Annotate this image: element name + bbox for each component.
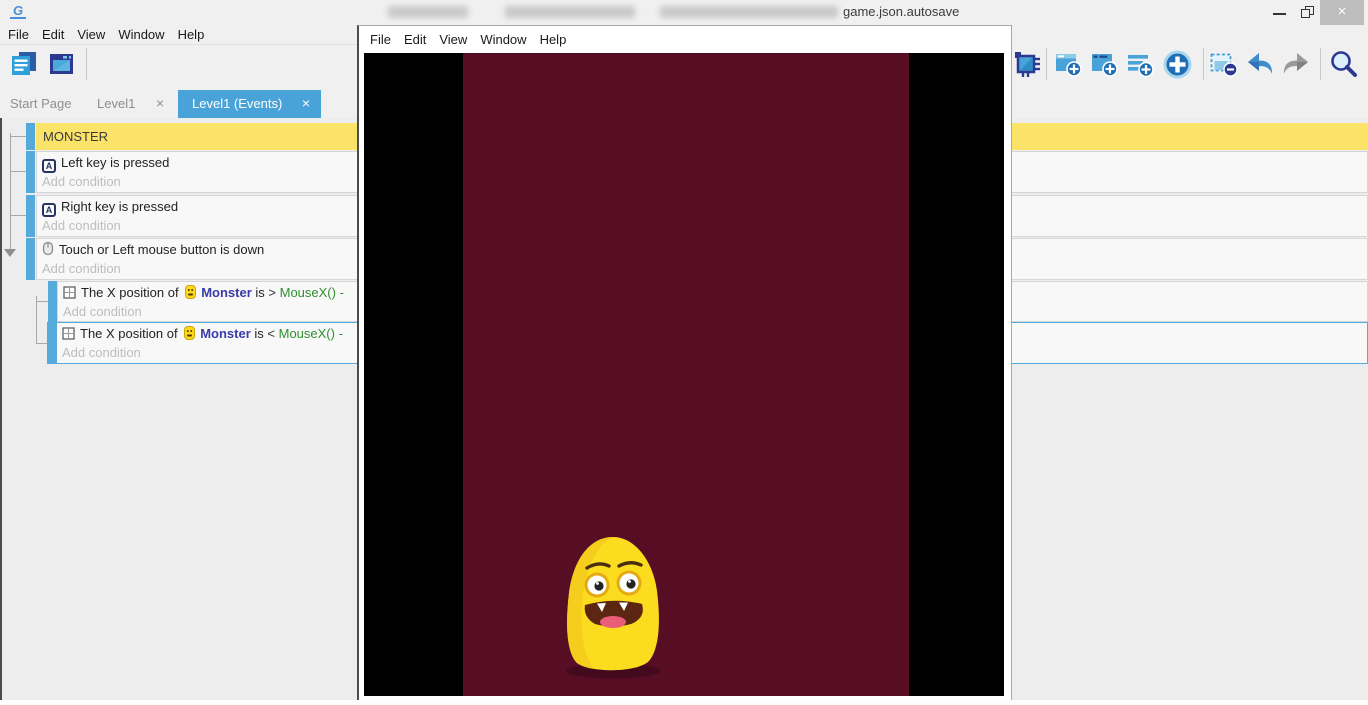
tree-line (10, 133, 11, 249)
preview-menu-help[interactable]: Help (540, 28, 567, 52)
event-handle-bar (26, 195, 35, 237)
minimize-button[interactable] (1266, 0, 1292, 25)
preview-menu-window[interactable]: Window (480, 28, 526, 52)
condition-text: Right key is pressed (61, 199, 178, 214)
search-icon[interactable] (1328, 49, 1358, 79)
restore-button[interactable] (1295, 0, 1321, 25)
tree-line (36, 296, 37, 343)
window-bottom-edge (0, 700, 1368, 705)
preview-menu-edit[interactable]: Edit (404, 28, 426, 52)
tab-level1-close-icon[interactable]: × (156, 90, 164, 118)
open-events-editor-icon[interactable] (9, 49, 39, 79)
bug-icon (1012, 49, 1042, 79)
restore-icon (1301, 6, 1315, 19)
expression: MouseX() - (280, 285, 344, 300)
position-icon (62, 327, 75, 340)
keyboard-key-icon: A (42, 203, 56, 217)
toolbar-separator (1203, 48, 1204, 80)
add-event-icon[interactable] (1054, 49, 1084, 79)
tree-line (36, 301, 48, 302)
tree-line (10, 171, 26, 172)
condition-text: Touch or Left mouse button is down (59, 242, 264, 257)
object-name: Monster (200, 326, 251, 341)
condition-text: The X position of (81, 285, 179, 300)
position-icon (63, 286, 76, 299)
redo-arrow-glyph (1281, 49, 1311, 79)
event-handle-bar (26, 151, 35, 193)
scene-window-icon (47, 49, 77, 79)
redo-icon[interactable] (1281, 49, 1311, 79)
toolbar-separator (1320, 48, 1321, 80)
tree-line (10, 136, 26, 137)
title-bar: G game.json.autosave × (0, 0, 1368, 25)
game-canvas[interactable] (364, 53, 1004, 696)
main-menu-bar: File Edit View Window Help (0, 25, 357, 44)
add-sub-event-icon[interactable] (1090, 49, 1120, 79)
condition-text: Left key is pressed (61, 155, 169, 170)
tab-start-page[interactable]: Start Page (10, 90, 71, 118)
blurred-title-segment (660, 6, 838, 18)
tab-level1-events[interactable]: Level1 (Events) × (178, 90, 321, 118)
preview-window: File Edit View Window Help (357, 25, 1012, 701)
event-handle-bar (48, 323, 57, 363)
tab-level1-events-close-icon[interactable]: × (302, 90, 310, 118)
mouse-icon (42, 241, 54, 256)
debugger-icon[interactable] (1012, 49, 1042, 79)
menu-help[interactable]: Help (178, 25, 205, 44)
add-comment-icon[interactable] (1126, 49, 1156, 79)
event-handle-bar (48, 281, 57, 322)
tree-line (10, 215, 26, 216)
tab-level1[interactable]: Level1 (97, 90, 135, 118)
menu-file[interactable]: File (8, 25, 29, 44)
application-window: G game.json.autosave × File Edit View Wi… (0, 0, 1368, 705)
event-handle-bar (26, 123, 35, 150)
expression: MouseX() - (279, 326, 343, 341)
menu-edit[interactable]: Edit (42, 25, 64, 44)
minimize-icon (1273, 13, 1286, 15)
expand-collapse-arrow[interactable] (4, 249, 16, 257)
blurred-title-segment (505, 6, 635, 18)
monster-thumbnail-icon (185, 285, 196, 299)
add-comment-glyph (1126, 49, 1156, 79)
preview-menu-file[interactable]: File (370, 28, 391, 52)
operator: > (268, 285, 276, 300)
menu-divider (0, 44, 357, 45)
add-event-glyph (1054, 49, 1084, 79)
gdevelop-logo-icon: G (10, 3, 26, 19)
monster-thumbnail-icon (184, 326, 195, 340)
preview-menu-bar: File Edit View Window Help (359, 28, 1011, 52)
add-circle-glyph (1161, 48, 1194, 81)
open-scene-editor-icon[interactable] (47, 49, 77, 79)
event-handle-bar (26, 238, 35, 280)
condition-text: is (255, 285, 264, 300)
menu-window[interactable]: Window (118, 25, 164, 44)
events-sheet-icon (9, 49, 39, 79)
preview-menu-view[interactable]: View (439, 28, 467, 52)
condition-text: The X position of (80, 326, 178, 341)
delete-selection-icon[interactable] (1209, 49, 1239, 79)
window-title: game.json.autosave (843, 4, 959, 19)
magnifier-glyph (1328, 49, 1358, 79)
add-other-event-icon[interactable] (1161, 48, 1194, 81)
undo-arrow-glyph (1245, 49, 1275, 79)
delete-event-glyph (1209, 49, 1239, 79)
panel-left-edge (0, 118, 2, 700)
monster-sprite (561, 535, 665, 681)
object-name: Monster (201, 285, 252, 300)
condition-text: is (254, 326, 263, 341)
operator: < (267, 326, 275, 341)
add-sub-event-glyph (1090, 49, 1120, 79)
game-stage-background (463, 53, 909, 696)
toolbar-separator (86, 48, 87, 80)
blurred-title-segment (388, 6, 468, 18)
menu-view[interactable]: View (77, 25, 105, 44)
keyboard-key-icon: A (42, 159, 56, 173)
tab-label: Level1 (Events) (192, 90, 282, 118)
undo-icon[interactable] (1245, 49, 1275, 79)
toolbar-separator (1046, 48, 1047, 80)
close-button[interactable]: × (1320, 0, 1364, 25)
